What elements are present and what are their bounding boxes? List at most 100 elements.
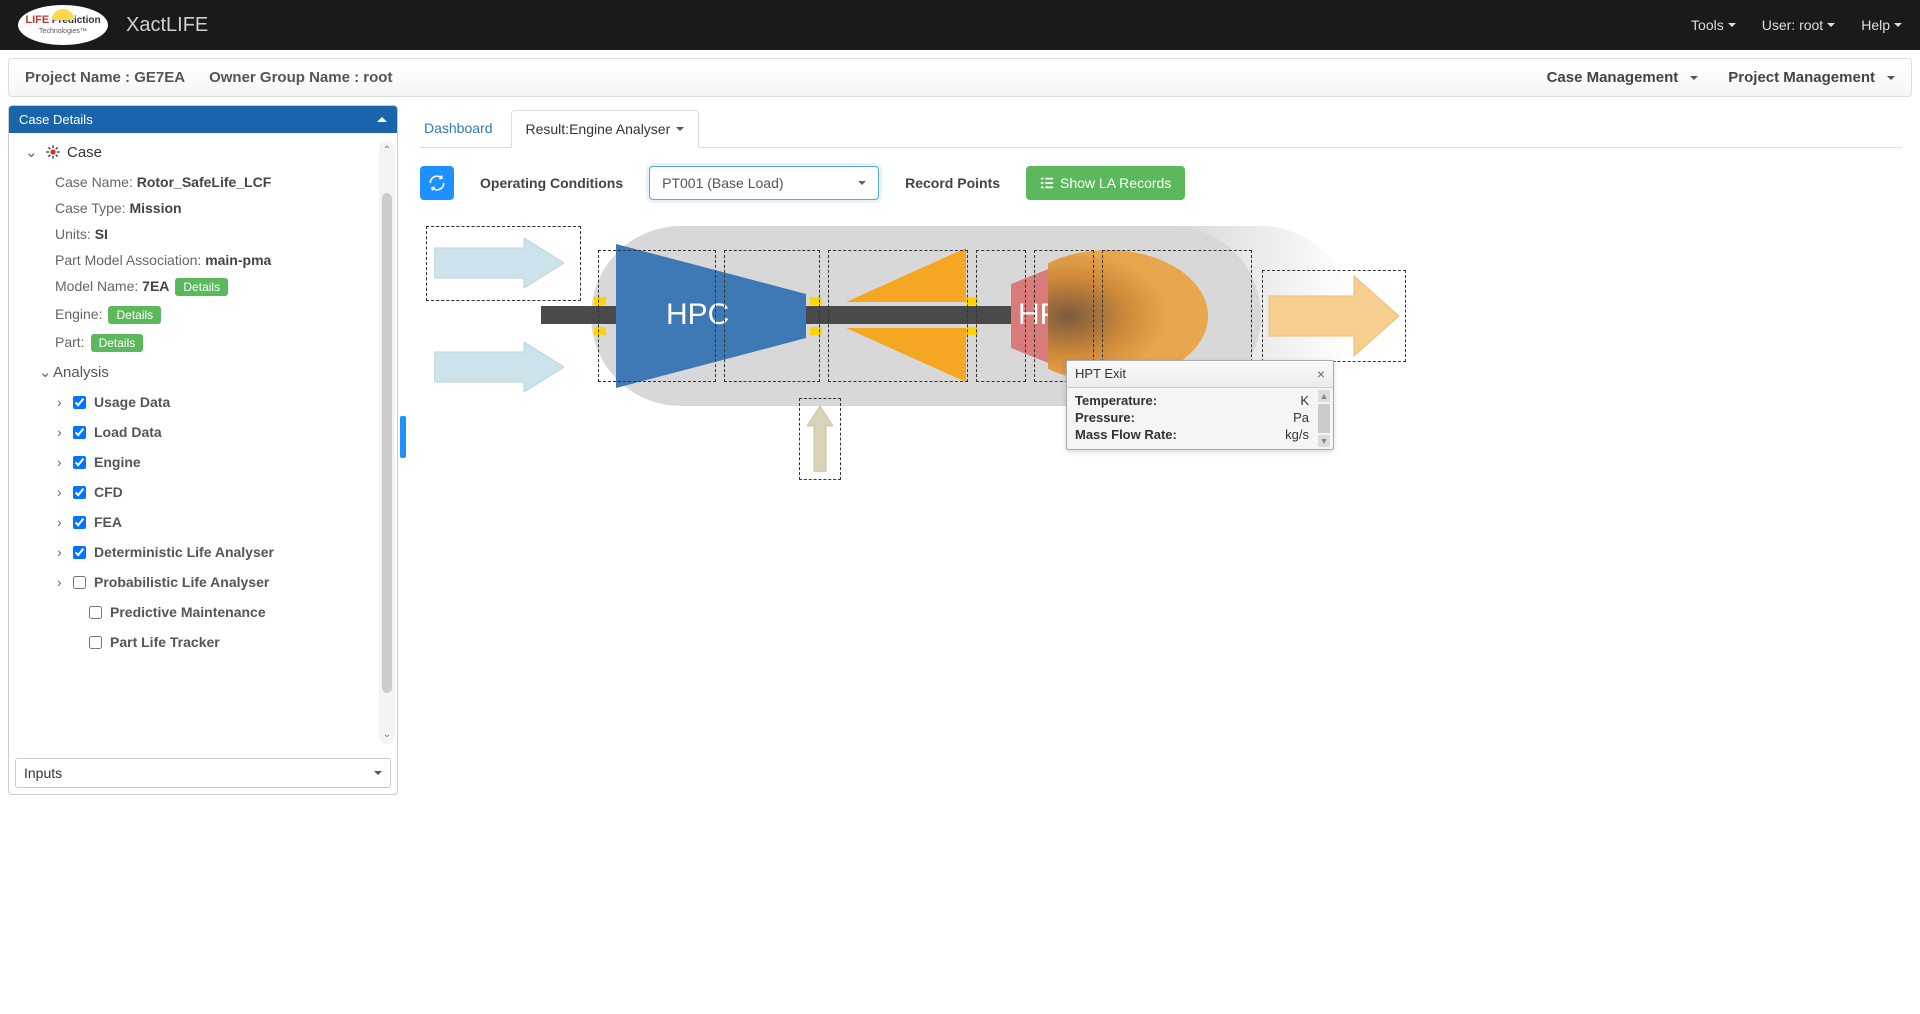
analysis-checkbox[interactable] bbox=[73, 546, 86, 559]
refresh-icon bbox=[428, 174, 446, 192]
refresh-button[interactable] bbox=[420, 166, 454, 200]
nav-tools[interactable]: Tools bbox=[1691, 17, 1736, 33]
popup-close-button[interactable]: × bbox=[1317, 366, 1325, 382]
tree-expand-icon[interactable]: › bbox=[57, 424, 65, 440]
case-management-menu[interactable]: Case Management bbox=[1547, 69, 1699, 86]
analysis-checkbox[interactable] bbox=[89, 606, 102, 619]
exit-arrow-icon bbox=[1264, 271, 1404, 361]
station-combustor[interactable] bbox=[828, 250, 968, 382]
tab-result-engine-analyser[interactable]: Result:Engine Analyser bbox=[511, 110, 700, 148]
panel-title: Case Details bbox=[19, 112, 93, 127]
analysis-item[interactable]: Part Life Tracker bbox=[25, 627, 389, 657]
caret-down-icon bbox=[1690, 76, 1698, 80]
caret-down-icon bbox=[858, 181, 866, 185]
station-hpt-inlet[interactable] bbox=[976, 250, 1026, 382]
owner-group-value: root bbox=[363, 69, 392, 86]
station-ambient-bottom[interactable] bbox=[426, 226, 581, 301]
analysis-checkbox[interactable] bbox=[73, 576, 86, 589]
project-management-menu[interactable]: Project Management bbox=[1728, 69, 1895, 86]
analysis-label: Predictive Maintenance bbox=[110, 604, 266, 620]
model-details-button[interactable]: Details bbox=[175, 278, 228, 296]
scroll-down-icon[interactable]: ⌄ bbox=[383, 729, 391, 740]
analysis-checkbox[interactable] bbox=[73, 486, 86, 499]
analysis-label: FEA bbox=[94, 514, 122, 530]
case-node-label: Case bbox=[67, 144, 102, 161]
analysis-item[interactable]: › CFD bbox=[25, 477, 389, 507]
popup-row-unit: K bbox=[1300, 393, 1309, 408]
panel-header[interactable]: Case Details bbox=[9, 106, 397, 133]
part-details-button[interactable]: Details bbox=[91, 334, 144, 352]
popup-data-row: Temperature: K bbox=[1075, 392, 1309, 409]
inputs-dropdown[interactable]: Inputs bbox=[15, 758, 391, 788]
station-fuel-inlet[interactable] bbox=[799, 398, 841, 480]
popup-row-label: Temperature: bbox=[1075, 393, 1157, 408]
analysis-checkbox[interactable] bbox=[89, 636, 102, 649]
engine-diagram: HPC HPT HPT bbox=[426, 226, 1406, 506]
station-hpc-inlet[interactable] bbox=[598, 250, 716, 382]
analysis-item[interactable]: › Probabilistic Life Analyser bbox=[25, 567, 389, 597]
station-hpc-exit[interactable] bbox=[724, 250, 820, 382]
tab-dashboard[interactable]: Dashboard bbox=[420, 110, 497, 146]
popup-data-row: Pressure:Pa bbox=[1075, 409, 1309, 426]
analysis-node-label: Analysis bbox=[53, 364, 109, 381]
scroll-down-icon[interactable]: ▼ bbox=[1318, 435, 1330, 447]
analysis-checkbox[interactable] bbox=[73, 396, 86, 409]
nav-help[interactable]: Help bbox=[1861, 17, 1902, 33]
tree-toggle-case[interactable]: ⌄ bbox=[25, 143, 35, 161]
panel-splitter[interactable] bbox=[398, 105, 410, 795]
popup-scrollbar[interactable]: ▲ ▼ bbox=[1317, 390, 1331, 447]
tree-expand-icon[interactable]: › bbox=[57, 454, 65, 470]
analysis-label: Deterministic Life Analyser bbox=[94, 544, 274, 560]
record-points-label: Record Points bbox=[905, 175, 1000, 191]
scroll-thumb[interactable] bbox=[1318, 404, 1330, 433]
scroll-up-icon[interactable]: ▲ bbox=[1318, 390, 1330, 402]
analysis-label: Probabilistic Life Analyser bbox=[94, 574, 269, 590]
analysis-item[interactable]: Predictive Maintenance bbox=[25, 597, 389, 627]
analysis-label: CFD bbox=[94, 484, 123, 500]
collapse-panel-icon[interactable] bbox=[377, 117, 387, 122]
project-name-label: Project Name : bbox=[25, 69, 130, 86]
analysis-item[interactable]: › FEA bbox=[25, 507, 389, 537]
splitter-handle-icon[interactable] bbox=[400, 416, 406, 458]
caret-down-icon bbox=[374, 771, 382, 775]
pma-row: Part Model Association: main-pma bbox=[25, 247, 389, 273]
nav-user[interactable]: User: root bbox=[1762, 17, 1835, 33]
tree-expand-icon[interactable]: › bbox=[57, 544, 65, 560]
caret-down-icon bbox=[1728, 23, 1736, 27]
tree-expand-icon[interactable]: › bbox=[57, 514, 65, 530]
tree-toggle-analysis[interactable]: ⌄ bbox=[39, 363, 49, 381]
analysis-item[interactable]: ›Usage Data bbox=[25, 387, 389, 417]
operating-conditions-dropdown[interactable]: PT001 (Base Load) bbox=[649, 166, 879, 200]
popup-data-row: Mass Flow Rate:kg/s bbox=[1075, 426, 1309, 443]
scroll-thumb[interactable] bbox=[382, 193, 392, 693]
tree-expand-icon[interactable]: › bbox=[57, 484, 65, 500]
analysis-label: Part Life Tracker bbox=[110, 634, 220, 650]
tree-expand-icon[interactable]: › bbox=[57, 394, 65, 410]
fuel-arrow-icon bbox=[807, 406, 833, 472]
owner-group-label: Owner Group Name : bbox=[209, 69, 359, 86]
tree-scrollbar[interactable]: ⌃ ⌄ bbox=[379, 141, 395, 744]
analysis-checkbox[interactable] bbox=[73, 426, 86, 439]
analysis-item[interactable]: ›Engine bbox=[25, 447, 389, 477]
operating-conditions-label: Operating Conditions bbox=[480, 175, 623, 191]
popup-row-unit: kg/s bbox=[1285, 427, 1309, 442]
units-row: Units: SI bbox=[25, 221, 389, 247]
list-icon bbox=[1040, 176, 1054, 190]
analysis-item[interactable]: › Load Data bbox=[25, 417, 389, 447]
caret-down-icon bbox=[1894, 23, 1902, 27]
top-navbar: LIFE PredictionTechnologies™ XactLIFE To… bbox=[0, 0, 1920, 50]
app-name: XactLIFE bbox=[126, 14, 208, 37]
case-type-row: Case Type: Mission bbox=[25, 195, 389, 221]
tree-expand-icon[interactable]: › bbox=[57, 574, 65, 590]
engine-row: Engine:Details bbox=[25, 301, 389, 329]
analysis-label: Load Data bbox=[94, 424, 162, 440]
show-la-records-button[interactable]: Show LA Records bbox=[1026, 166, 1185, 200]
analysis-checkbox[interactable] bbox=[73, 456, 86, 469]
analysis-checkbox[interactable] bbox=[73, 516, 86, 529]
caret-down-icon bbox=[676, 127, 684, 131]
result-tabs: Dashboard Result:Engine Analyser bbox=[420, 109, 1902, 148]
analysis-item[interactable]: › Deterministic Life Analyser bbox=[25, 537, 389, 567]
scroll-up-icon[interactable]: ⌃ bbox=[383, 145, 391, 156]
engine-details-button[interactable]: Details bbox=[108, 306, 161, 324]
brand-logo: LIFE PredictionTechnologies™ bbox=[18, 5, 108, 45]
